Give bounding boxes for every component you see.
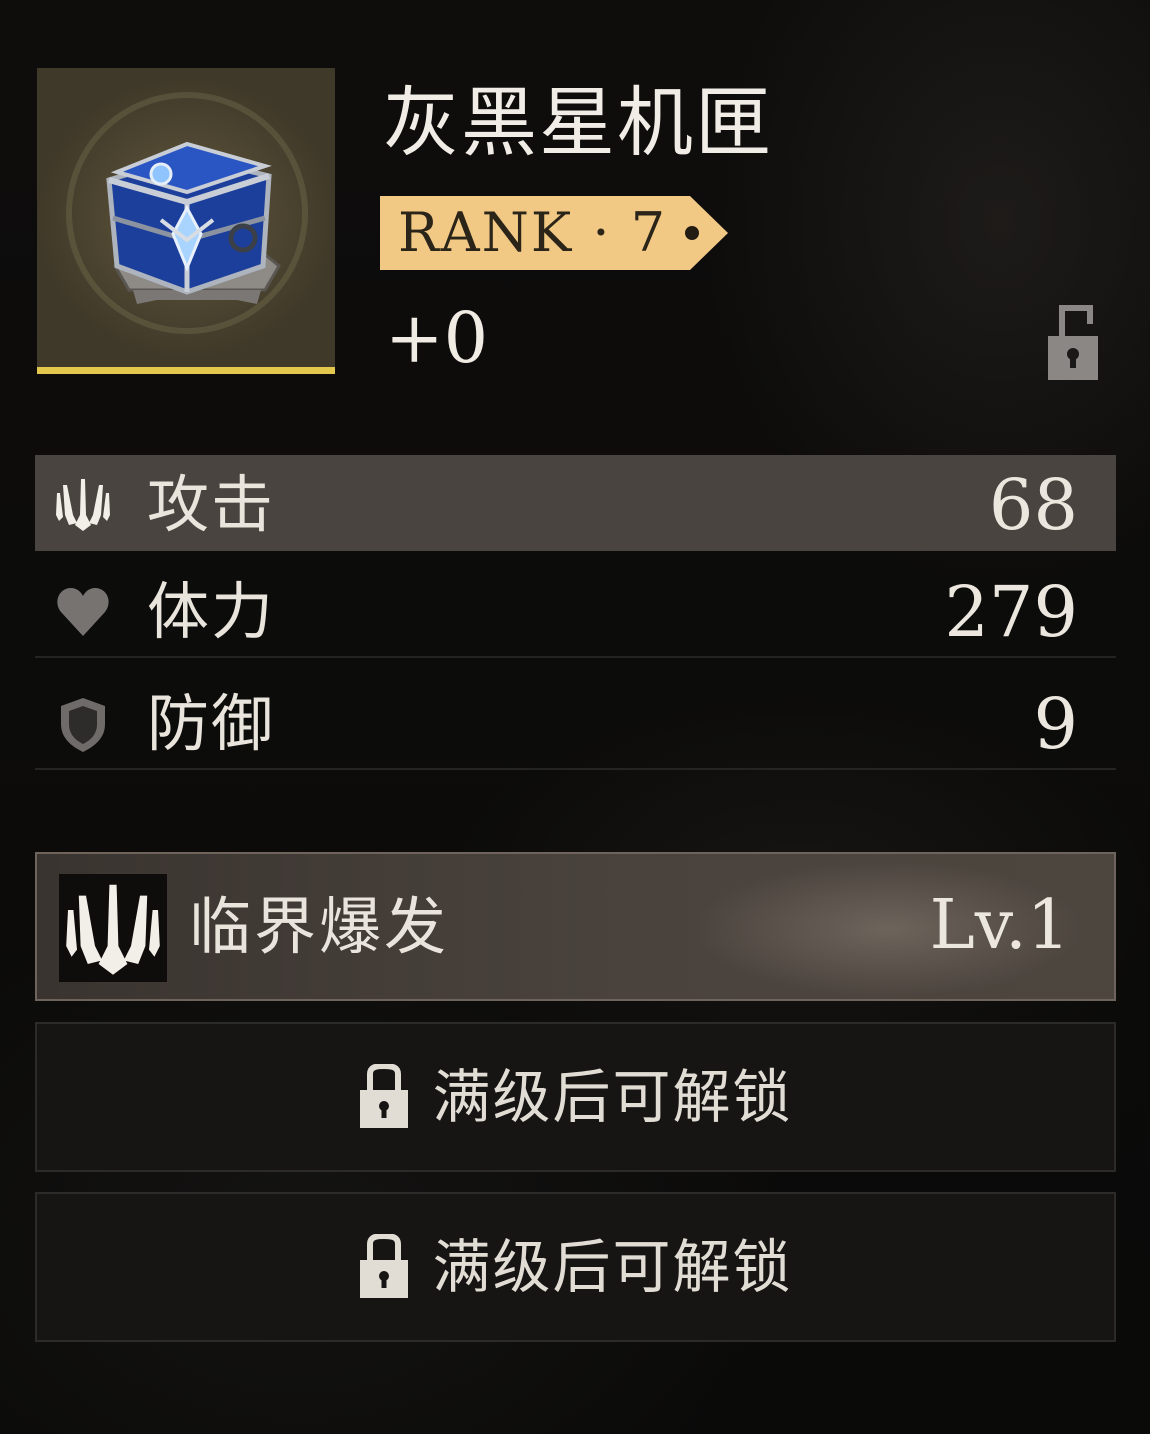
stat-row-attack: 攻击 68 — [35, 455, 1116, 551]
stat-label: 攻击 — [147, 468, 276, 541]
locked-skill-slot[interactable]: 满级后可解锁 — [35, 1192, 1116, 1342]
skill-icon-frame — [59, 874, 167, 982]
skill-level: Lv.1 — [929, 886, 1070, 965]
stat-value: 279 — [944, 571, 1078, 653]
rank-label: RANK · 7 — [398, 201, 668, 264]
lock-toggle[interactable] — [1044, 300, 1102, 382]
item-name: 灰黑星机匣 — [383, 78, 773, 167]
lock-icon — [360, 1064, 409, 1128]
lock-open-icon — [1048, 305, 1098, 380]
enhance-level: +0 — [385, 297, 489, 379]
skill-card[interactable]: 临界爆发 Lv.1 — [35, 852, 1116, 1001]
lock-icon — [360, 1234, 409, 1298]
shield-icon — [61, 698, 105, 752]
item-detail-panel: 灰黑星机匣 RANK · 7 +0 攻击 68 体力 279 防御 9 临界爆发… — [0, 0, 1150, 1434]
trident-icon — [66, 884, 160, 975]
stat-value: 68 — [988, 464, 1078, 546]
stat-row-stamina: 体力 279 — [35, 562, 1116, 658]
item-portrait — [37, 68, 335, 374]
trident-icon — [56, 479, 110, 531]
stat-value: 9 — [1033, 683, 1078, 765]
stat-label: 防御 — [147, 687, 276, 760]
skill-name: 临界爆发 — [189, 890, 450, 963]
locked-slot-label: 满级后可解锁 — [432, 1063, 793, 1131]
stat-row-defense: 防御 9 — [35, 674, 1116, 770]
stat-label: 体力 — [147, 575, 276, 648]
locked-skill-slot[interactable]: 满级后可解锁 — [35, 1022, 1116, 1172]
rank-badge: RANK · 7 — [380, 196, 730, 270]
heart-icon — [57, 588, 109, 636]
chest-icon — [66, 92, 308, 334]
locked-slot-label: 满级后可解锁 — [432, 1233, 793, 1301]
